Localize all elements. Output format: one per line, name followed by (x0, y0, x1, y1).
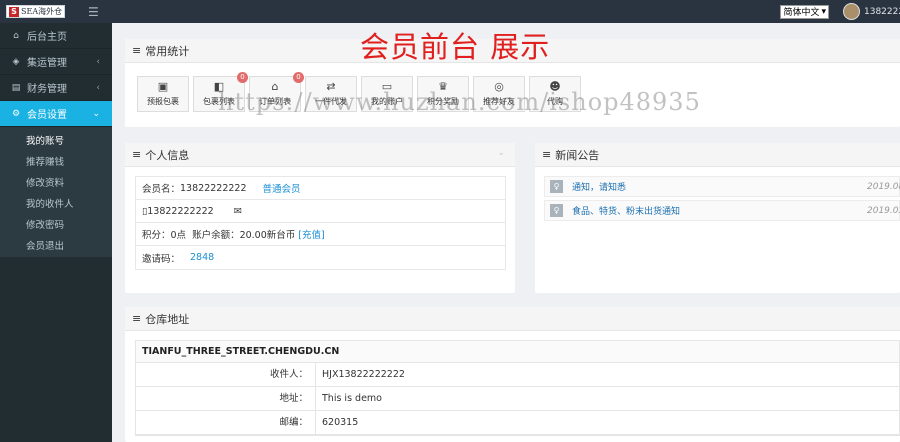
cube-icon: ◈ (12, 56, 20, 67)
top-navbar: S SEA海外仓 ☰ 简体中文 ▾ 13822222222 (0, 0, 900, 23)
bulb-icon: ♀ (550, 180, 563, 193)
recharge-link[interactable]: [充值] (298, 227, 324, 241)
sidebar-item-home[interactable]: ⌂ 后台主页 (0, 23, 112, 49)
warehouse-table: TIANFU_THREE_STREET.CHENGDU.CN 收件人： HJX1… (135, 340, 900, 436)
submenu-referral[interactable]: 推荐赚钱 (0, 150, 112, 171)
submenu-logout[interactable]: 会员退出 (0, 234, 112, 255)
package-icon: ▣ (157, 80, 169, 93)
member-label: 会员名： (142, 184, 181, 195)
panel-header: ≡ 个人信息 ⌄ (125, 143, 515, 167)
row-value: 620315 (322, 417, 359, 428)
sidebar-item-label: 会员设置 (27, 110, 67, 121)
submenu-change-password[interactable]: 修改密码 (0, 213, 112, 234)
panel-title: 常用统计 (145, 44, 190, 58)
panel-title: 新闻公告 (555, 148, 600, 162)
balance-row: 积分： 0点 账户余额： 20.00新台币 [充值] (136, 223, 505, 246)
invite-code: 2848 (190, 252, 215, 263)
user-area: 简体中文 ▾ 13822222222 (780, 0, 900, 23)
logo-mark: S (9, 6, 19, 17)
warehouse-name: TIANFU_THREE_STREET.CHENGDU.CN (136, 341, 899, 363)
username[interactable]: 13822222222 (864, 7, 900, 17)
personal-info-panel: ≡ 个人信息 ⌄ 会员名： 13822222222 普通会员 ▯ 1382222… (125, 143, 515, 293)
points-label: 积分： (142, 230, 171, 241)
contact-row: ▯ 13822222222 ✉ (136, 200, 505, 223)
news-item[interactable]: ♀ 食品、特货、粉末出货通知 2019.03.25 (544, 200, 900, 221)
sidebar-item-shipping[interactable]: ◈ 集运管理 ‹ (0, 49, 112, 75)
warehouse-panel: ≡ 仓库地址 TIANFU_THREE_STREET.CHENGDU.CN 收件… (125, 307, 900, 442)
news-date: 2019.03.25 (867, 205, 900, 216)
count-badge: 0 (293, 72, 304, 83)
money-icon: ▤ (11, 82, 21, 93)
invite-label: 邀请码： (142, 253, 181, 265)
list-icon: ≡ (132, 312, 142, 325)
balance-value: 20.00新台币 (239, 230, 296, 241)
news-date: 2019.08.30 (867, 181, 900, 192)
member-name: 13822222222 (180, 182, 247, 194)
table-row: 地址： This is demo (136, 387, 899, 411)
envelope-icon[interactable]: ✉ (234, 206, 242, 217)
home-icon: ⌂ (13, 30, 19, 41)
chevron-left-icon: ‹ (96, 56, 100, 67)
row-key: 收件人： (136, 363, 316, 386)
panel-title: 仓库地址 (145, 312, 190, 326)
bulb-icon: ♀ (550, 204, 563, 217)
chevron-left-icon: ‹ (96, 82, 100, 93)
language-select[interactable]: 简体中文 ▾ (780, 4, 829, 19)
submenu-edit-profile[interactable]: 修改资料 (0, 171, 112, 192)
news-title[interactable]: 通知，请知悉 (572, 180, 626, 193)
sidebar-item-label: 集运管理 (27, 58, 67, 69)
news-list: ♀ 通知，请知悉 2019.08.30 ♀ 食品、特货、粉末出货通知 2019.… (535, 167, 900, 221)
row-key: 邮编： (136, 411, 316, 434)
panel-title: 个人信息 (145, 148, 190, 162)
phone-number: 13822222222 (147, 205, 214, 217)
sidebar-item-member-settings[interactable]: ⚙ 会员设置 ⌄ (0, 101, 112, 127)
bars-icon[interactable]: ☰ (88, 5, 99, 19)
list-icon: ≡ (132, 44, 142, 57)
logo-text: SEA海外仓 (21, 7, 63, 16)
row-value: HJX13822222222 (322, 369, 405, 380)
panel-header: ≡ 仓库地址 (125, 307, 900, 331)
chevron-down-icon: ⌄ (92, 108, 100, 119)
news-title[interactable]: 食品、特货、粉末出货通知 (572, 204, 680, 217)
avatar[interactable] (843, 3, 860, 20)
count-badge: 0 (237, 72, 248, 83)
balance-label: 账户余额： (192, 230, 240, 241)
logo-badge: S SEA海外仓 (6, 5, 66, 18)
personal-info-box: 会员名： 13822222222 普通会员 ▯ 13822222222 ✉ 积分… (135, 176, 506, 270)
shortcut-forecast-package[interactable]: ▣ 预报包裹 (137, 76, 189, 112)
member-row: 会员名： 13822222222 普通会员 (136, 177, 505, 200)
sidebar-item-label: 财务管理 (27, 84, 67, 95)
member-submenu: 我的账号 推荐赚钱 修改资料 我的收件人 修改密码 会员退出 (0, 127, 112, 257)
invite-row: 邀请码： 2848 (136, 246, 505, 269)
chevron-down-icon[interactable]: ⌄ (497, 148, 505, 158)
member-level[interactable]: 普通会员 (263, 181, 301, 195)
row-key: 地址： (136, 387, 316, 410)
panel-header: ≡ 新闻公告 (535, 143, 900, 167)
news-panel: ≡ 新闻公告 ♀ 通知，请知悉 2019.08.30 ♀ 食品、特货、粉末出货通… (535, 143, 900, 293)
watermark: https://www.huzhan.com/ishop48935 (218, 88, 701, 116)
submenu-my-account[interactable]: 我的账号 (0, 129, 112, 150)
list-icon: ≡ (542, 148, 552, 161)
shortcut-label: 预报包裹 (147, 97, 179, 106)
submenu-my-recipients[interactable]: 我的收件人 (0, 192, 112, 213)
gear-icon: ⚙ (11, 108, 21, 119)
row-value: This is demo (322, 393, 382, 404)
sidebar-item-finance[interactable]: ▤ 财务管理 ‹ (0, 75, 112, 101)
points-value: 0点 (170, 230, 187, 241)
table-row: 邮编： 620315 (136, 411, 899, 435)
language-select-value: 简体中文 (783, 8, 820, 18)
sidebar-item-label: 后台主页 (27, 32, 67, 43)
sidebar: ⌂ 后台主页 ◈ 集运管理 ‹ ▤ 财务管理 ‹ ⚙ 会员设置 ⌄ 我的账号 推… (0, 23, 112, 442)
table-row: 收件人： HJX13822222222 (136, 363, 899, 387)
news-item[interactable]: ♀ 通知，请知悉 2019.08.30 (544, 176, 900, 197)
chevron-down-icon: ▾ (821, 6, 826, 17)
demo-banner: 会员前台 展示 (360, 30, 551, 64)
list-icon: ≡ (132, 148, 142, 161)
